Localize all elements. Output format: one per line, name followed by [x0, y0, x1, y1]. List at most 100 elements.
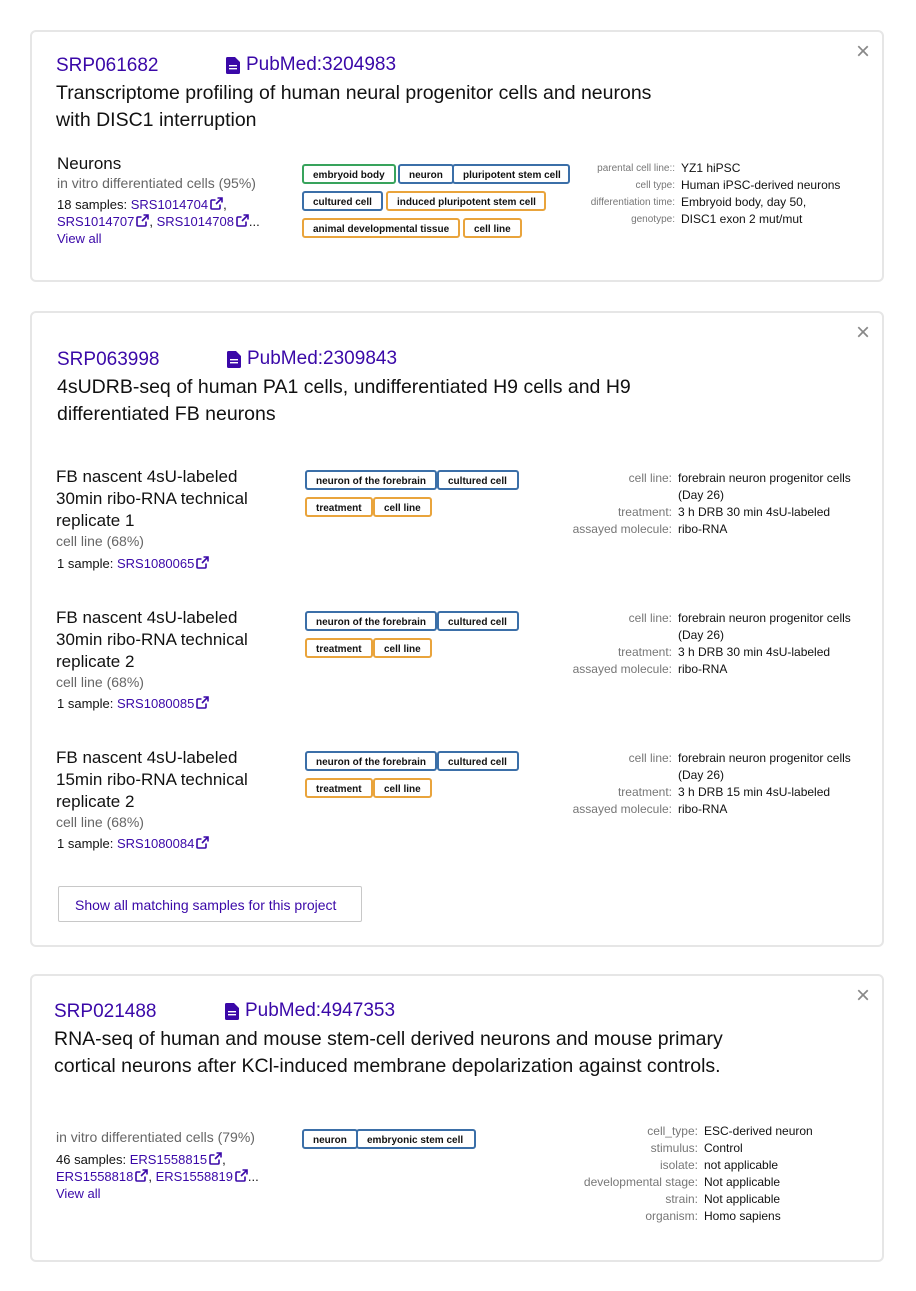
project-accession-link[interactable]: SRP061682: [56, 55, 158, 77]
ontology-tag[interactable]: induced pluripotent stem cell: [386, 191, 546, 211]
view-all-link[interactable]: View all: [57, 231, 102, 246]
ontology-tag[interactable]: neuron: [398, 164, 454, 184]
sample-group-name: FB nascent 4sU-labeled 30min ribo-RNA te…: [56, 466, 248, 532]
project-title-line: cortical neurons after KCl-induced membr…: [54, 1055, 721, 1077]
attribute-value: forebrain neuron progenitor cells (Day 26…: [678, 611, 851, 642]
view-all-link[interactable]: View all: [56, 1186, 101, 1201]
ontology-tag[interactable]: animal developmental tissue: [302, 218, 461, 238]
pubmed-link[interactable]: PubMed:3204983: [226, 54, 396, 76]
ontology-tag[interactable]: cultured cell: [437, 611, 519, 631]
sample-link[interactable]: ERS1558815: [130, 1152, 207, 1167]
sample-attributes: cell_type: ESC-derived neuron stimulus: Co…: [572, 1123, 813, 1225]
project-accession-link[interactable]: SRP063998: [57, 349, 159, 371]
ontology-tag[interactable]: embryoid body: [302, 164, 396, 184]
attribute-value: 3 h DRB 15 min 4sU-labeled: [678, 785, 831, 799]
project-title: Transcriptome profiling of human neural …: [56, 80, 651, 134]
ontology-tag[interactable]: neuron of the forebrain: [305, 751, 437, 771]
sample-link[interactable]: SRS1014708: [157, 214, 234, 229]
pubmed-link[interactable]: PubMed:4947353: [225, 1000, 395, 1022]
ontology-tag[interactable]: neuron of the forebrain: [305, 611, 437, 631]
close-icon[interactable]: ×: [856, 321, 870, 345]
external-link-icon[interactable]: [210, 197, 223, 210]
ontology-tag[interactable]: treatment: [305, 778, 373, 798]
ellipsis: ...: [247, 1169, 259, 1184]
sample-attributes: cell line: forebrain neuron progenitor ce…: [570, 610, 851, 678]
ontology-tag[interactable]: cell line: [373, 638, 432, 658]
attribute-value: Not applicable: [704, 1192, 781, 1206]
project-accession-link[interactable]: SRP021488: [54, 1001, 156, 1023]
sample-attributes: cell line: forebrain neuron progenitor ce…: [570, 750, 851, 818]
sample-group-type: cell line (68%): [56, 674, 144, 690]
ontology-tag[interactable]: cultured cell: [437, 470, 519, 490]
external-link-icon[interactable]: [209, 1152, 222, 1165]
external-link-icon[interactable]: [236, 214, 249, 227]
attribute-value: forebrain neuron progenitor cells (Day 26…: [678, 751, 851, 782]
ontology-tag[interactable]: cultured cell: [302, 191, 383, 211]
sample-link[interactable]: ERS1558819: [156, 1169, 233, 1184]
attribute-value: 3 h DRB 30 min 4sU-labeled: [678, 505, 831, 519]
close-icon[interactable]: ×: [856, 984, 870, 1008]
attribute-key: cell type:: [635, 180, 675, 191]
ontology-tag[interactable]: neuron of the forebrain: [305, 470, 437, 490]
external-link-icon[interactable]: [135, 1169, 149, 1182]
sample-link[interactable]: SRS1080084: [117, 836, 194, 851]
attribute-value: Human iPSC-derived neurons: [681, 178, 841, 192]
attribute-key: cell_type:: [647, 1124, 698, 1138]
ontology-tag[interactable]: cell line: [463, 218, 522, 238]
attribute-key: treatment:: [617, 785, 672, 799]
samples-count: 46 samples:: [56, 1152, 127, 1167]
close-icon[interactable]: ×: [856, 40, 870, 64]
sample-link[interactable]: SRS1080085: [117, 696, 194, 711]
attribute-key: genotype:: [631, 214, 675, 225]
pubmed-link[interactable]: PubMed:2309843: [227, 348, 397, 370]
external-link-icon[interactable]: [196, 696, 210, 709]
show-all-samples-button[interactable]: Show all matching samples for this proje…: [58, 886, 362, 922]
attribute-key: assayed molecule:: [572, 802, 672, 816]
attribute-key: parental cell line::: [597, 163, 675, 174]
attribute-key: cell line:: [628, 751, 672, 765]
attribute-key: differentiation time:: [590, 197, 675, 208]
sample-attributes: cell line: forebrain neuron progenitor ce…: [570, 470, 851, 538]
sample-list: 46 samples: ERS1558815, ERS1558818, ERS1…: [56, 1152, 259, 1201]
ontology-tag[interactable]: cultured cell: [437, 751, 519, 771]
sample-list: 1 sample: SRS1080065: [57, 555, 210, 572]
samples-count: 1 sample:: [57, 556, 114, 571]
ontology-tag[interactable]: neuron: [302, 1129, 358, 1149]
sample-link[interactable]: SRS1014704: [131, 197, 208, 212]
sample-group-name: FB nascent 4sU-labeled 30min ribo-RNA te…: [56, 607, 248, 673]
sample-list: 1 sample: SRS1080085: [57, 695, 210, 712]
group-name-line: replicate 2: [56, 652, 135, 671]
sample-list: 18 samples: SRS1014704, SRS1014707, SRS1…: [57, 197, 260, 246]
sample-group-name: FB nascent 4sU-labeled 15min ribo-RNA te…: [56, 747, 248, 813]
attribute-value: ESC-derived neuron: [704, 1124, 813, 1138]
external-link-icon[interactable]: [136, 214, 150, 227]
external-link-icon[interactable]: [235, 1169, 248, 1182]
ontology-tag[interactable]: treatment: [305, 497, 373, 517]
ontology-tag[interactable]: cell line: [373, 497, 432, 517]
group-name-line: replicate 1: [56, 511, 135, 530]
project-card: × SRP063998 PubMed:2309843 4sUDRB-seq of…: [30, 311, 884, 947]
attribute-value: forebrain neuron progenitor cells (Day 26…: [678, 471, 851, 502]
document-icon: [227, 350, 241, 368]
ontology-tag[interactable]: pluripotent stem cell: [452, 164, 570, 184]
group-name-line: 15min ribo-RNA technical: [56, 770, 248, 789]
attribute-key: cell line:: [628, 611, 672, 625]
ontology-tag[interactable]: treatment: [305, 638, 373, 658]
attribute-value: Not applicable: [704, 1175, 781, 1189]
attribute-value: ribo-RNA: [678, 522, 728, 536]
ontology-tag[interactable]: embryonic stem cell: [356, 1129, 476, 1149]
project-title-line: Transcriptome profiling of human neural …: [56, 82, 652, 104]
sample-link[interactable]: SRS1080065: [117, 556, 194, 571]
samples-count: 1 sample:: [57, 696, 114, 711]
project-title: 4sUDRB-seq of human PA1 cells, undiffere…: [57, 374, 631, 428]
ontology-tag[interactable]: cell line: [373, 778, 432, 798]
external-link-icon[interactable]: [196, 556, 210, 569]
external-link-icon[interactable]: [196, 836, 210, 849]
sample-list: 1 sample: SRS1080084: [57, 835, 210, 852]
attribute-key: organism:: [645, 1209, 698, 1223]
sample-link[interactable]: ERS1558818: [56, 1169, 133, 1184]
attribute-value: 3 h DRB 30 min 4sU-labeled: [678, 645, 831, 659]
sample-link[interactable]: SRS1014707: [57, 214, 134, 229]
samples-count: 1 sample:: [57, 836, 114, 851]
sample-group-type: cell line (68%): [56, 814, 144, 830]
